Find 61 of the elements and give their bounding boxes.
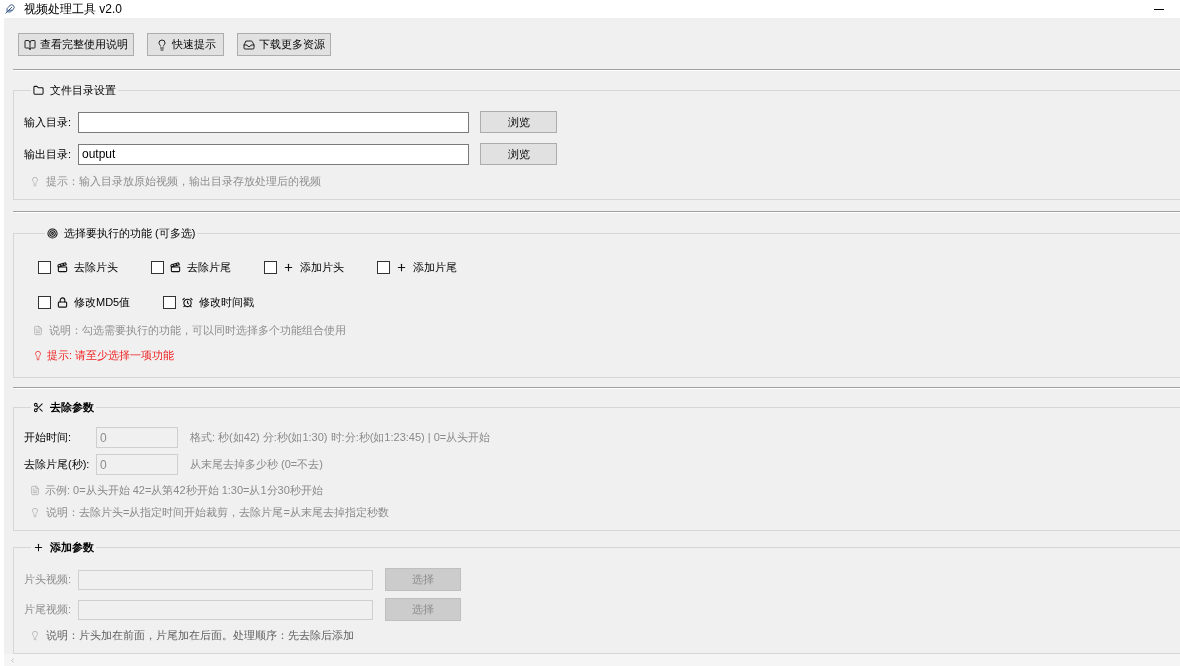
toolbar-button[interactable]: 快速提示 <box>147 33 224 56</box>
book-icon <box>24 38 36 51</box>
checkbox[interactable] <box>163 295 177 309</box>
checkbox-label: 去除片尾 <box>187 259 231 275</box>
input-field[interactable]: output <box>78 143 469 165</box>
chevron-left-icon <box>9 655 16 665</box>
checkbox[interactable] <box>38 295 51 309</box>
hint-text: 说明：片头加在前面，片尾加在后面。处理顺序：先去除后添加 <box>46 627 354 643</box>
checkbox-label: 添加片头 <box>300 259 344 275</box>
feather-icon <box>5 3 15 15</box>
field-label: 片尾视频: <box>24 602 73 618</box>
document-icon <box>30 484 40 496</box>
document-icon <box>33 324 43 336</box>
horizontal-scrollbar[interactable] <box>4 654 1180 666</box>
checkbox[interactable] <box>377 260 390 274</box>
field-label: 片头视频: <box>24 572 73 588</box>
input-field[interactable] <box>78 111 469 133</box>
lightbulb-icon <box>33 349 43 361</box>
checkbox[interactable] <box>151 260 164 274</box>
format-hint: 格式: 秒(如42) 分:秒(如1:30) 时:分:秒(如1:23:45) | 0=从头开始 <box>190 430 491 446</box>
checkbox[interactable] <box>38 260 51 274</box>
alarm-clock-icon <box>182 296 194 308</box>
hint-text: 示例: 0=从头开始 42=从第42秒开始 1:30=从1分30秒开始 <box>45 482 323 498</box>
window-title: 视频处理工具 v2.0 <box>24 1 122 18</box>
minimize-icon <box>1154 8 1164 10</box>
checkbox-label: 添加片尾 <box>413 259 457 275</box>
scissors-icon <box>33 401 44 413</box>
hint-text: 提示：输入目录放原始视频，输出目录存放处理后的视频 <box>46 173 321 189</box>
field-label: 输入目录: <box>24 114 73 130</box>
field-label: 输出目录: <box>24 146 73 162</box>
folder-icon <box>33 84 44 96</box>
checkbox-label: 修改MD5值 <box>74 294 131 310</box>
lightbulb-icon <box>30 629 40 641</box>
hint-text: 提示: 请至少选择一项功能 <box>47 347 175 363</box>
field-label: 去除片尾(秒): <box>24 457 91 473</box>
toolbar-button[interactable]: 查看完整使用说明 <box>18 33 134 56</box>
browse-button[interactable]: 浏览 <box>480 111 557 133</box>
section-title: 选择要执行的功能 (可多选) <box>64 225 196 241</box>
browse-button[interactable]: 浏览 <box>480 143 557 165</box>
plus-icon <box>33 541 44 553</box>
clapperboard-icon <box>170 261 181 273</box>
checkbox-label: 修改时间戳 <box>199 294 255 310</box>
plus-icon <box>283 261 294 273</box>
hint-text: 说明：勾选需要执行的功能，可以同时选择多个功能组合使用 <box>49 322 346 338</box>
clapperboard-icon <box>57 261 68 273</box>
hint-text: 说明：去除片头=从指定时间开始裁剪，去除片尾=从末尾去掉指定秒数 <box>46 504 389 520</box>
checkbox-label: 去除片头 <box>74 259 118 275</box>
lightbulb-icon <box>30 175 40 187</box>
section-title: 文件目录设置 <box>50 82 116 98</box>
lock-icon <box>57 296 68 308</box>
format-hint: 从末尾去掉多少秒 (0=不去) <box>190 457 323 473</box>
lightbulb-icon <box>30 506 40 518</box>
field-label: 开始时间: <box>24 430 73 446</box>
checkbox[interactable] <box>264 260 277 274</box>
tray-icon <box>243 38 255 51</box>
target-icon <box>47 227 58 239</box>
lightbulb-icon <box>155 38 168 51</box>
section-title: 去除参数 <box>50 399 94 415</box>
section-title: 添加参数 <box>50 539 94 555</box>
toolbar-button[interactable]: 下载更多资源 <box>237 33 331 56</box>
plus-icon <box>396 261 407 273</box>
